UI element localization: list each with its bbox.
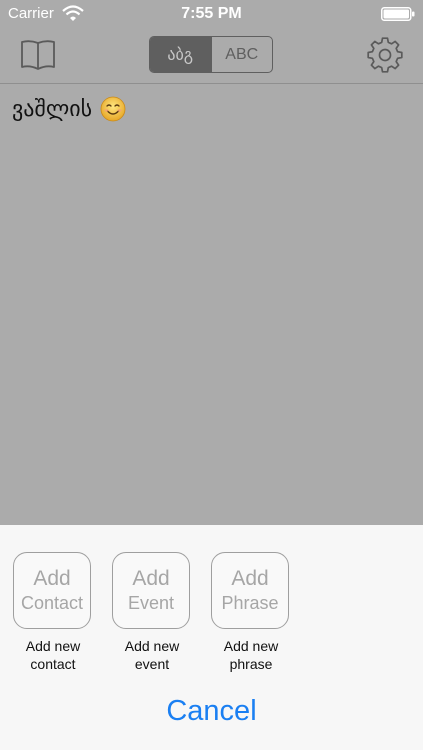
action-caption: Add new phrase [223, 638, 279, 672]
tile-label-top: Add [231, 566, 269, 590]
tile-label-bottom: Contact [20, 592, 84, 613]
status-time: 7:55 PM [181, 5, 242, 22]
tile-label-bottom: Event [127, 592, 175, 613]
tile-label-top: Add [132, 566, 170, 590]
action-caption: Add new event [124, 638, 180, 672]
add-event-button[interactable]: Add Event [112, 552, 190, 629]
add-phrase-action[interactable]: Add Phrase Add new phrase [211, 552, 291, 673]
add-contact-action[interactable]: Add Contact Add new contact [13, 552, 93, 673]
add-phrase-button[interactable]: Add Phrase [211, 552, 289, 629]
tile-label-top: Add [33, 566, 71, 590]
action-caption: Add new contact [25, 638, 81, 672]
smiling-face-icon [100, 96, 126, 122]
book-icon[interactable] [20, 38, 56, 72]
status-bar: Carrier 7:55 PM [0, 0, 423, 28]
action-sheet: Add Contact Add new contact Add Event Ad… [0, 525, 423, 750]
add-event-action[interactable]: Add Event Add new event [112, 552, 192, 673]
phrase-label: ვაშლის [12, 96, 93, 122]
script-segmented-control: აბგ ABC [149, 36, 273, 73]
nav-bar: აბგ ABC [0, 28, 423, 84]
cancel-button[interactable]: Cancel [0, 695, 423, 728]
gear-icon[interactable] [367, 37, 403, 73]
action-list: Add Contact Add new contact Add Event Ad… [13, 552, 310, 673]
segment-georgian[interactable]: აბგ [150, 37, 211, 72]
segment-latin[interactable]: ABC [210, 37, 273, 72]
phrase-text: ვაშლის [12, 96, 126, 122]
add-contact-button[interactable]: Add Contact [13, 552, 91, 629]
tile-label-bottom: Phrase [221, 592, 279, 613]
battery-icon [381, 7, 415, 21]
